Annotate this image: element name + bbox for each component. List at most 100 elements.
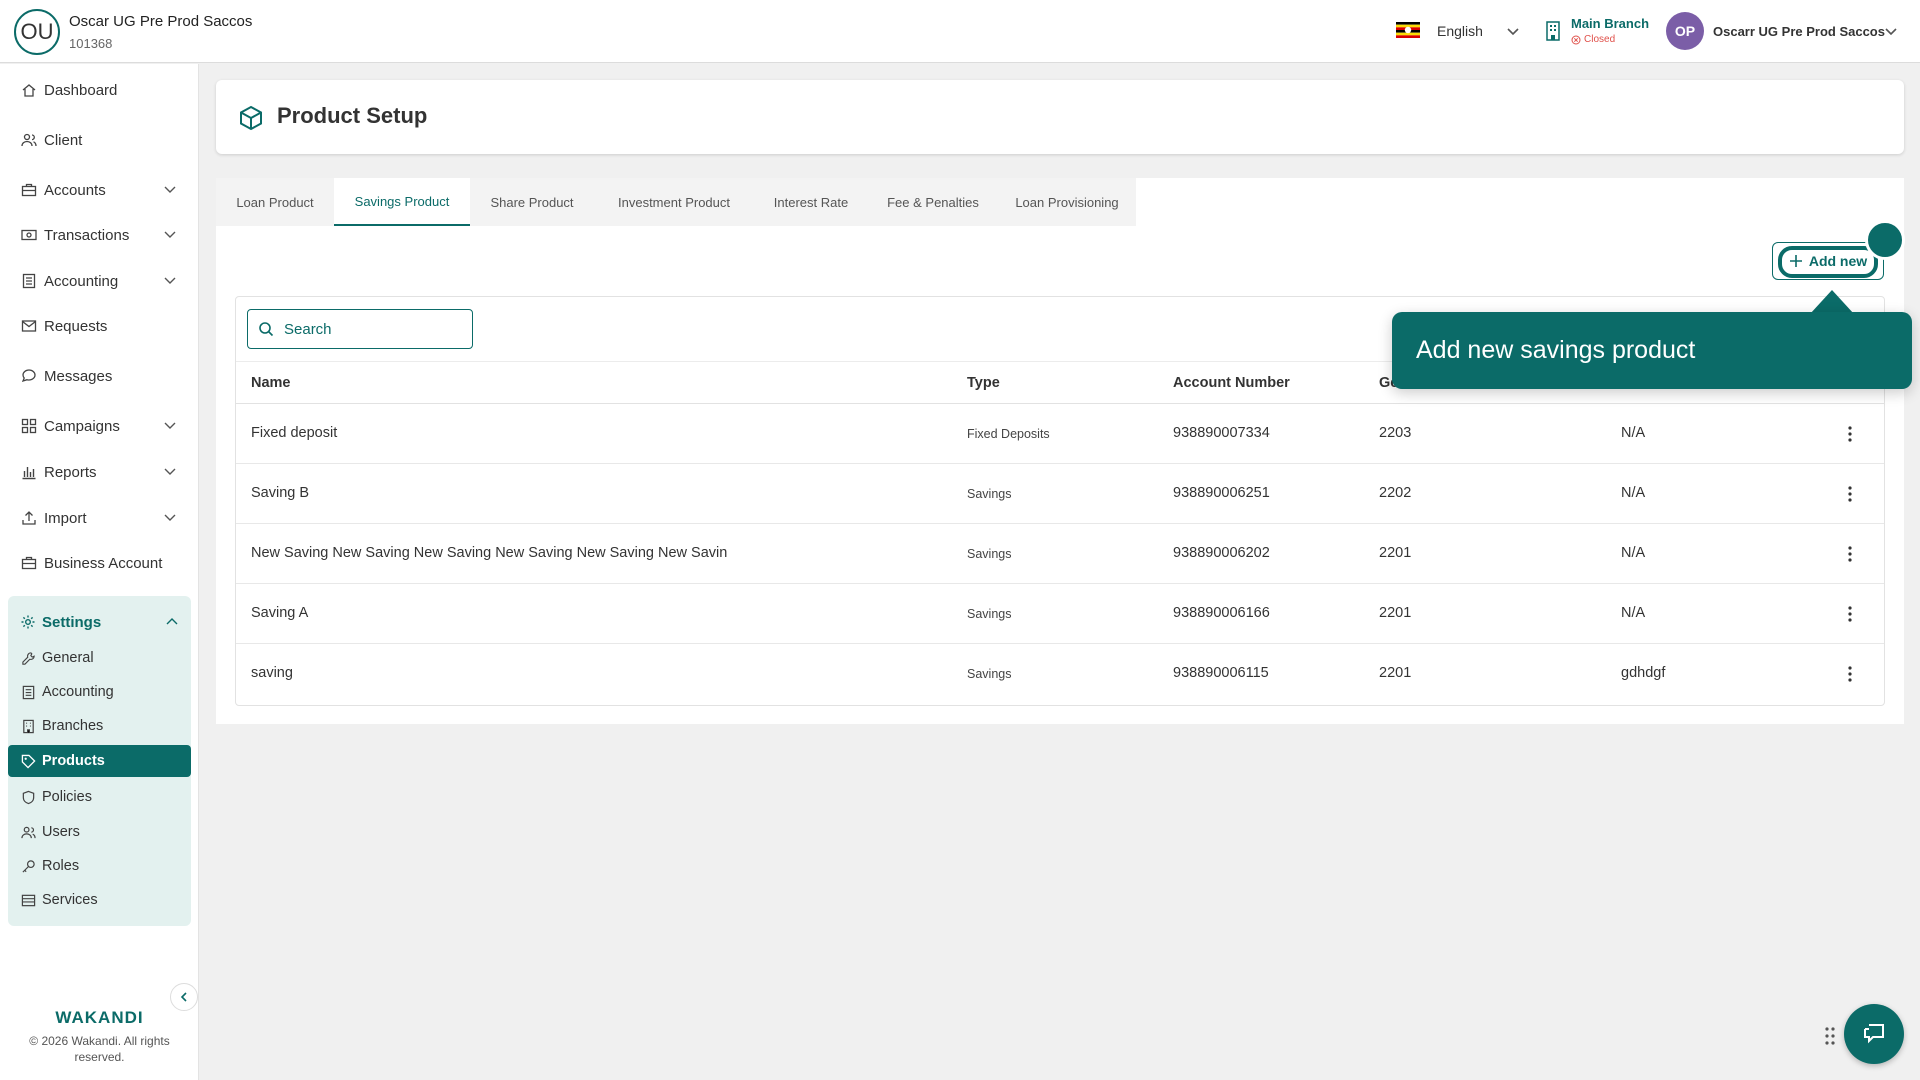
sidebar-item-label: Client <box>44 131 83 149</box>
sidebar-item-requests[interactable]: Requests <box>0 306 199 346</box>
sidebar-item-reports[interactable]: Reports <box>0 452 199 492</box>
column-header-name: Name <box>251 375 291 391</box>
search-input[interactable]: Search <box>247 309 473 349</box>
language-select[interactable]: English <box>1437 23 1483 39</box>
more-actions-icon[interactable] <box>1840 424 1860 444</box>
tab-share-product[interactable]: Share Product <box>470 178 594 226</box>
settings-item-label: Branches <box>42 718 104 734</box>
more-actions-icon[interactable] <box>1840 604 1860 624</box>
settings-item-policies[interactable]: Policies <box>8 781 191 813</box>
brand-logo: WAKANDI <box>55 1008 144 1027</box>
sidebar-item-dashboard[interactable]: Dashboard <box>0 70 199 110</box>
cell-gl: 2201 <box>1379 605 1412 621</box>
briefcase-icon <box>20 181 38 199</box>
sidebar-item-accounts[interactable]: Accounts <box>0 170 199 210</box>
sidebar-item-client[interactable]: Client <box>0 120 199 160</box>
table-row[interactable]: New Saving New Saving New Saving New Sav… <box>236 524 1884 584</box>
settings-item-label: General <box>42 650 94 666</box>
guide-beacon[interactable] <box>1865 220 1905 260</box>
table-row[interactable]: Saving B Savings 938890006251 2202 N/A <box>236 464 1884 524</box>
cell-type: Savings <box>967 667 1012 681</box>
column-header-account-number: Account Number <box>1173 375 1290 391</box>
main-panel: Loan Product Savings Product Share Produ… <box>216 178 1905 724</box>
chevron-down-icon[interactable] <box>163 273 177 287</box>
user-avatar[interactable]: OP <box>1666 12 1704 50</box>
settings-item-branches[interactable]: Branches <box>8 710 191 742</box>
sidebar-item-label: Accounts <box>44 181 106 199</box>
user-name[interactable]: Oscarr UG Pre Prod Saccos <box>1713 24 1885 39</box>
tab-savings-product[interactable]: Savings Product <box>334 178 470 226</box>
key-icon <box>20 858 36 874</box>
sidebar-item-import[interactable]: Import <box>0 498 199 538</box>
ledger-icon <box>20 272 38 290</box>
settings-item-accounting[interactable]: Accounting <box>8 676 191 708</box>
sidebar-item-settings[interactable]: Settings <box>8 606 191 638</box>
cell-other: N/A <box>1621 605 1646 621</box>
top-bar: OU Oscar UG Pre Prod Saccos 101368 Engli… <box>0 0 1920 63</box>
tooltip-arrow <box>1810 290 1854 314</box>
chevron-down-icon[interactable] <box>1505 23 1521 39</box>
tab-investment-product[interactable]: Investment Product <box>594 178 754 226</box>
settings-item-general[interactable]: General <box>8 642 191 674</box>
settings-item-label: Products <box>42 753 105 769</box>
chevron-down-icon[interactable] <box>163 227 177 241</box>
add-new-label: Add new <box>1808 253 1868 269</box>
settings-item-users[interactable]: Users <box>8 816 191 848</box>
sidebar: Dashboard Client Accounts Transactions A… <box>0 64 199 1080</box>
tab-interest-rate[interactable]: Interest Rate <box>754 178 868 226</box>
sidebar-item-transactions[interactable]: Transactions <box>0 215 199 255</box>
uganda-flag-icon <box>1396 22 1420 38</box>
chevron-left-icon <box>180 992 187 1002</box>
drag-handle-icon[interactable] <box>1824 1026 1836 1046</box>
chevron-down-icon[interactable] <box>1883 23 1899 39</box>
page-title: Product Setup <box>277 103 428 128</box>
search-icon <box>259 322 274 337</box>
chat-icon <box>1864 1024 1884 1044</box>
sidebar-item-business-account[interactable]: Business Account <box>0 543 199 583</box>
sidebar-item-label: Reports <box>44 463 97 481</box>
org-avatar[interactable]: OU <box>14 9 60 55</box>
more-actions-icon[interactable] <box>1840 484 1860 504</box>
settings-item-products[interactable]: Products <box>8 745 191 777</box>
users-icon <box>20 131 38 149</box>
settings-item-label: Accounting <box>42 684 114 700</box>
branch-name[interactable]: Main Branch <box>1571 16 1649 31</box>
table-row[interactable]: Saving A Savings 938890006166 2201 N/A <box>236 584 1884 644</box>
more-actions-icon[interactable] <box>1840 664 1860 684</box>
tab-loan-product[interactable]: Loan Product <box>216 178 334 226</box>
users-icon <box>20 824 36 840</box>
sidebar-item-messages[interactable]: Messages <box>0 356 199 396</box>
sidebar-item-campaigns[interactable]: Campaigns <box>0 406 199 446</box>
sidebar-item-label: Transactions <box>44 226 130 244</box>
chat-button[interactable] <box>1844 1004 1904 1064</box>
list-icon <box>20 892 36 908</box>
chevron-up-icon[interactable] <box>165 615 179 629</box>
cell-name: Saving B <box>251 485 310 501</box>
cell-gl: 2203 <box>1379 425 1412 441</box>
chevron-down-icon[interactable] <box>163 510 177 524</box>
cell-other: N/A <box>1621 425 1646 441</box>
building-icon <box>1546 21 1560 41</box>
cell-account-number: 938890006202 <box>1173 545 1270 561</box>
table-row[interactable]: saving Savings 938890006115 2201 gdhdgf <box>236 644 1884 704</box>
sidebar-item-label: Messages <box>44 367 113 385</box>
cell-gl: 2202 <box>1379 485 1412 501</box>
chevron-down-icon[interactable] <box>163 464 177 478</box>
sidebar-item-accounting[interactable]: Accounting <box>0 261 199 301</box>
more-actions-icon[interactable] <box>1840 544 1860 564</box>
tab-fee-penalties[interactable]: Fee & Penalties <box>868 178 998 226</box>
copyright: © 2026 Wakandi. All rights reserved. <box>29 1034 170 1064</box>
chevron-down-icon[interactable] <box>163 182 177 196</box>
table-row[interactable]: Fixed deposit Fixed Deposits 93889000733… <box>236 404 1884 464</box>
tab-loan-provisioning[interactable]: Loan Provisioning <box>998 178 1136 226</box>
collapse-sidebar-button[interactable] <box>170 983 198 1011</box>
upload-icon <box>20 509 38 527</box>
chevron-down-icon[interactable] <box>163 418 177 432</box>
cell-account-number: 938890007334 <box>1173 425 1270 441</box>
branch-status-label: Closed <box>1584 34 1616 45</box>
branch-status: Closed <box>1571 34 1615 45</box>
settings-item-services[interactable]: Services <box>8 884 191 916</box>
settings-item-roles[interactable]: Roles <box>8 850 191 882</box>
cell-name: Saving A <box>251 605 309 621</box>
chat-icon <box>20 367 38 385</box>
